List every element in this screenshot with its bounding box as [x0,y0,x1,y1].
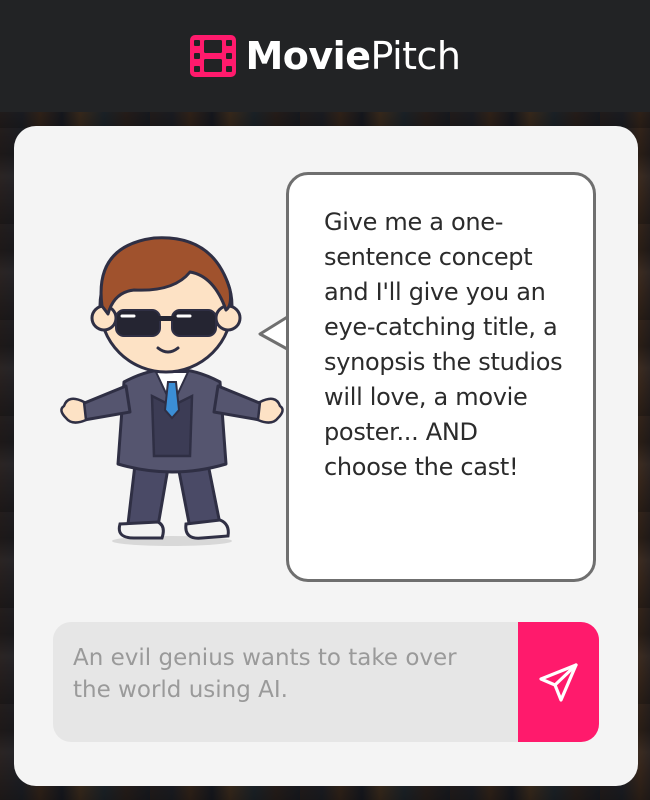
concept-input[interactable] [53,622,518,742]
app-logo[interactable]: MoviePitch [189,34,461,78]
pitch-composer [53,622,599,742]
brand-light: Pitch [370,34,461,78]
send-button[interactable] [518,622,599,742]
send-paper-plane-icon [538,663,578,702]
chat-card: Give me a one-sentence concept and I'll … [14,126,638,786]
app-header: MoviePitch [0,0,650,112]
assistant-speech-bubble: Give me a one-sentence concept and I'll … [286,172,596,582]
director-avatar-icon [60,236,284,546]
assistant-message: Give me a one-sentence concept and I'll … [324,208,563,481]
app-title: MoviePitch [245,34,461,78]
brand-bold: Movie [245,34,371,78]
film-reel-icon [190,35,237,77]
